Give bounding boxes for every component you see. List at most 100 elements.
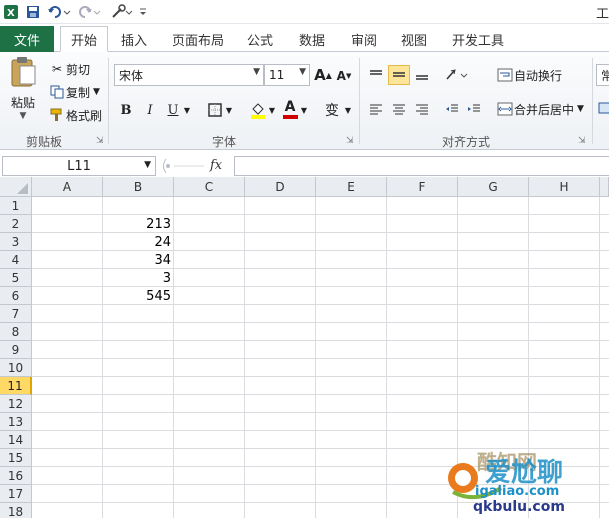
tab-home[interactable]: 开始 — [60, 26, 108, 52]
align-middle-button[interactable] — [388, 65, 410, 85]
select-all-corner[interactable] — [0, 177, 32, 197]
alignment-launcher-icon[interactable]: ⇲ — [578, 136, 586, 146]
row-header-3[interactable]: 3 — [0, 233, 32, 251]
column-header-c[interactable]: C — [174, 177, 245, 197]
orientation-button[interactable] — [444, 65, 470, 85]
watermark-line2: igaliao.com — [475, 484, 560, 499]
phonetic-dropdown-icon[interactable]: ▼ — [342, 100, 354, 120]
name-box[interactable]: L11 ▼ — [2, 156, 156, 176]
currency-button[interactable] — [598, 101, 609, 115]
row-header-1[interactable]: 1 — [0, 197, 32, 215]
paste-button[interactable]: 粘贴 ▼ — [6, 56, 40, 128]
font-color-letter: A — [284, 99, 296, 115]
svg-text:X: X — [7, 8, 15, 19]
row-header-10[interactable]: 10 — [0, 359, 32, 377]
column-header-g[interactable]: G — [458, 177, 529, 197]
row-header-4[interactable]: 4 — [0, 251, 32, 269]
shrink-font-button[interactable]: A ▼ — [336, 67, 352, 85]
customize-qat-icon[interactable] — [138, 3, 148, 21]
tab-file[interactable]: 文件 — [0, 26, 54, 52]
column-header-e[interactable]: E — [316, 177, 387, 197]
font-size-value: 11 — [269, 68, 285, 82]
copy-button[interactable]: 复制 ▼ — [48, 83, 100, 101]
cell-b3[interactable]: 24 — [103, 233, 174, 251]
column-header-h[interactable]: H — [529, 177, 600, 197]
font-color-dropdown-icon[interactable]: ▼ — [298, 100, 310, 120]
borders-button[interactable] — [205, 100, 225, 120]
clipboard-launcher-icon[interactable]: ⇲ — [96, 136, 104, 146]
tab-data[interactable]: 数据 — [290, 26, 334, 52]
row-header-2[interactable]: 2 — [0, 215, 32, 233]
row-header-12[interactable]: 12 — [0, 395, 32, 413]
align-right-button[interactable] — [411, 99, 433, 119]
tab-review[interactable]: 审阅 — [342, 26, 386, 52]
bold-button[interactable]: B — [116, 100, 136, 120]
row-header-11[interactable]: 11 — [0, 377, 32, 395]
increase-indent-button[interactable] — [463, 99, 485, 119]
merge-center-button[interactable]: 合并后居中 ▼ — [496, 100, 584, 118]
row-header-7[interactable]: 7 — [0, 305, 32, 323]
align-top-button[interactable] — [365, 65, 387, 85]
gridline — [32, 430, 609, 431]
cell-b5[interactable]: 3 — [103, 269, 174, 287]
insert-function-button[interactable]: fx — [210, 158, 222, 173]
decrease-indent-button[interactable] — [441, 99, 463, 119]
gridline — [32, 394, 609, 395]
copy-dropdown-icon[interactable]: ▼ — [93, 87, 100, 97]
column-header-a[interactable]: A — [32, 177, 103, 197]
row-header-5[interactable]: 5 — [0, 269, 32, 287]
merge-dropdown-icon[interactable]: ▼ — [577, 104, 584, 114]
row-header-13[interactable]: 13 — [0, 413, 32, 431]
align-left-button[interactable] — [365, 99, 387, 119]
cut-button[interactable]: ✂ 剪切 — [48, 60, 90, 78]
align-bottom-button[interactable] — [411, 65, 433, 85]
tab-developer[interactable]: 开发工具 — [446, 26, 510, 52]
tab-page-layout[interactable]: 页面布局 — [166, 26, 230, 52]
number-format-select[interactable]: 常 — [596, 64, 609, 86]
cell-b4[interactable]: 34 — [103, 251, 174, 269]
grow-font-button[interactable]: A ▲ — [314, 65, 332, 85]
formula-input[interactable] — [234, 156, 609, 176]
align-middle-icon — [393, 72, 405, 77]
formula-bar-handle[interactable] — [160, 158, 206, 177]
font-size-select[interactable]: 11 ▼ — [264, 64, 310, 86]
row-header-17[interactable]: 17 — [0, 485, 32, 503]
chevron-down-icon: ▼ — [144, 160, 151, 170]
italic-button[interactable]: I — [140, 100, 160, 120]
phonetic-guide-button[interactable]: 变 — [322, 100, 342, 120]
borders-dropdown-icon[interactable]: ▼ — [223, 100, 235, 120]
column-header-f[interactable]: F — [387, 177, 458, 197]
excel-logo-icon: X — [2, 3, 20, 21]
underline-dropdown-icon[interactable]: ▼ — [181, 100, 193, 120]
fill-color-button[interactable] — [248, 100, 268, 120]
alignment-group-label: 对齐方式 — [442, 135, 491, 149]
wrap-text-button[interactable]: 自动换行 — [496, 66, 562, 84]
tools-icon[interactable] — [108, 3, 134, 21]
font-name-select[interactable]: 宋体 ▼ — [114, 64, 264, 86]
undo-icon[interactable] — [46, 3, 72, 21]
row-header-16[interactable]: 16 — [0, 467, 32, 485]
row-header-8[interactable]: 8 — [0, 323, 32, 341]
fill-color-dropdown-icon[interactable]: ▼ — [266, 100, 278, 120]
save-icon[interactable] — [24, 3, 42, 21]
row-header-6[interactable]: 6 — [0, 287, 32, 305]
tab-insert[interactable]: 插入 — [112, 26, 156, 52]
shrink-arrow-icon: ▼ — [345, 72, 352, 80]
row-header-9[interactable]: 9 — [0, 341, 32, 359]
paste-dropdown-icon[interactable]: ▼ — [20, 111, 27, 121]
font-launcher-icon[interactable]: ⇲ — [346, 136, 354, 146]
row-header-18[interactable]: 18 — [0, 503, 32, 518]
cell-b6[interactable]: 545 — [103, 287, 174, 305]
column-header-d[interactable]: D — [245, 177, 316, 197]
column-header-b[interactable]: B — [103, 177, 174, 197]
tab-view[interactable]: 视图 — [392, 26, 436, 52]
redo-icon[interactable] — [76, 3, 102, 21]
row-header-15[interactable]: 15 — [0, 449, 32, 467]
cell-b2[interactable]: 213 — [103, 215, 174, 233]
align-center-button[interactable] — [388, 99, 410, 119]
font-color-button[interactable]: A — [280, 100, 300, 120]
tab-formulas[interactable]: 公式 — [238, 26, 282, 52]
underline-button[interactable]: U — [163, 100, 183, 120]
format-painter-button[interactable]: 格式刷 — [48, 106, 102, 124]
row-header-14[interactable]: 14 — [0, 431, 32, 449]
